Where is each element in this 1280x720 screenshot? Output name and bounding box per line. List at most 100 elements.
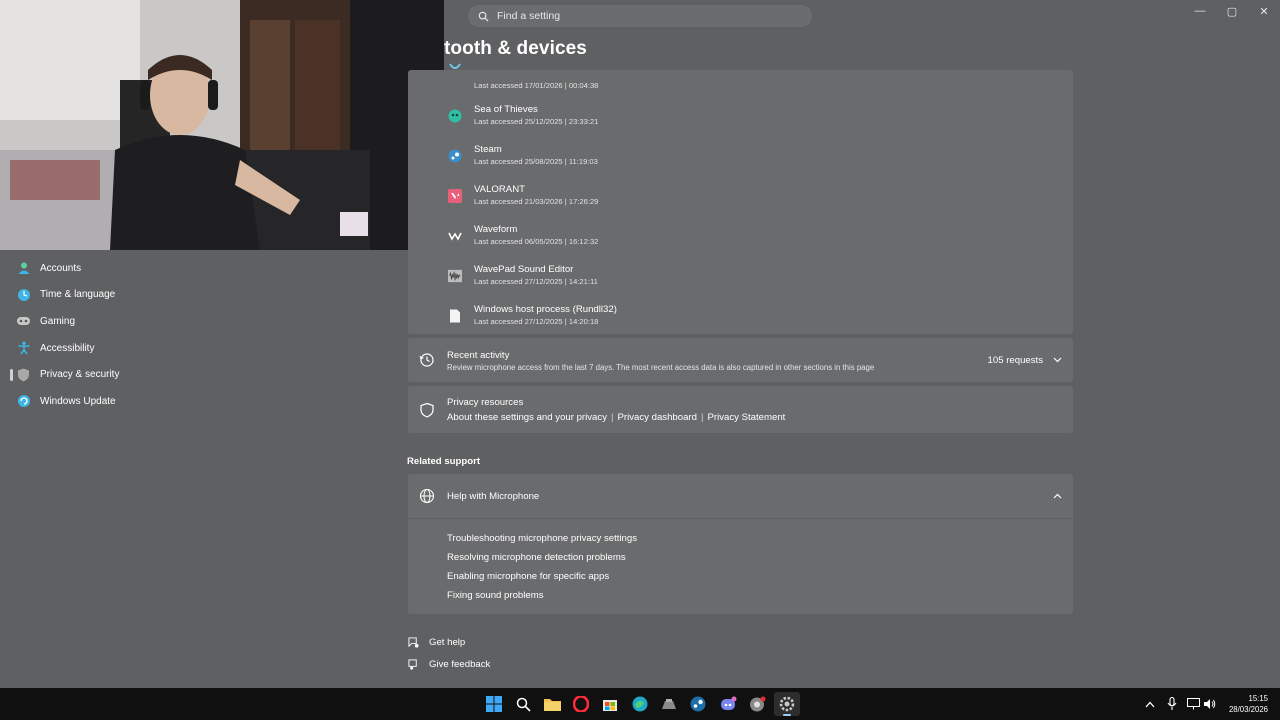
list-item[interactable]: Last accessed 17/01/2026 | 00:04:38 <box>408 63 1073 104</box>
privacy-resources-title: Privacy resources <box>447 397 524 408</box>
sidebar-item-label: Accessibility <box>40 342 95 354</box>
maximize-button[interactable]: ▢ <box>1216 0 1248 22</box>
gaming-icon <box>16 314 31 329</box>
sidebar-item-accounts[interactable]: Accounts <box>0 255 400 282</box>
file-explorer-icon[interactable] <box>539 692 565 716</box>
sidebar: Accounts Time & language Gaming Accessib… <box>0 255 400 415</box>
help-chat-icon <box>408 637 419 648</box>
privacy-resources-card: Privacy resources About these settings a… <box>408 386 1073 433</box>
waveform-icon <box>448 232 462 241</box>
accessibility-icon <box>16 341 31 356</box>
shield-icon <box>16 367 31 382</box>
settings-window: Find a setting — ▢ ✕ tooth & devices Acc… <box>0 0 1280 688</box>
recent-activity-card[interactable]: Recent activity Review microphone access… <box>408 338 1073 382</box>
sidebar-item-label: Privacy & security <box>40 369 120 381</box>
recent-activity-description: Review microphone access from the last 7… <box>447 363 875 372</box>
app-name: Waveform <box>474 224 518 235</box>
volume-icon[interactable] <box>1203 698 1216 710</box>
list-item[interactable]: Windows host process (Rundll32) Last acc… <box>408 300 1073 340</box>
requests-count: 105 requests <box>987 355 1043 366</box>
opera-icon[interactable] <box>568 692 594 716</box>
sidebar-item-label: Windows Update <box>40 395 116 407</box>
list-item[interactable]: WavePad Sound Editor Last accessed 27/12… <box>408 260 1073 300</box>
sidebar-item-label: Gaming <box>40 315 76 327</box>
list-item[interactable]: VALORANT Last accessed 21/03/2026 | 17:2… <box>408 180 1073 220</box>
recent-activity-title: Recent activity <box>447 350 510 361</box>
give-feedback-link[interactable]: Give feedback <box>408 659 490 670</box>
help-link[interactable]: Resolving microphone detection problems <box>447 552 626 563</box>
clock-date: 28/03/2026 <box>1228 705 1268 714</box>
start-icon[interactable] <box>481 692 507 716</box>
history-icon <box>419 353 434 367</box>
app-name: WavePad Sound Editor <box>474 264 574 275</box>
app-last-accessed: Last accessed 25/12/2025 | 23:33:21 <box>474 117 599 126</box>
help-link[interactable]: Fixing sound problems <box>447 590 544 601</box>
edge-icon[interactable] <box>627 692 653 716</box>
close-button[interactable]: ✕ <box>1248 0 1280 22</box>
app-last-accessed: Last accessed 17/01/2026 | 00:04:38 <box>474 81 599 90</box>
chevron-up-icon[interactable] <box>1145 701 1155 708</box>
chevron-up-icon[interactable] <box>1053 493 1062 499</box>
app-last-accessed: Last accessed 25/08/2025 | 11:19:03 <box>474 157 598 166</box>
time-language-icon <box>16 287 31 302</box>
app-icon[interactable] <box>656 692 682 716</box>
shield-outline-icon <box>420 402 434 418</box>
app-name: Sea of Thieves <box>474 104 538 115</box>
sidebar-item-windows-update[interactable]: Windows Update <box>0 388 400 415</box>
sidebar-item-label: Accounts <box>40 262 82 274</box>
app-name: Windows host process (Rundll32) <box>474 304 617 315</box>
sidebar-item-accessibility[interactable]: Accessibility <box>0 335 400 362</box>
globe-icon <box>419 488 435 504</box>
privacy-settings-link[interactable]: About these settings and your privacy <box>447 412 607 423</box>
network-icon[interactable] <box>1187 698 1200 710</box>
steam-icon <box>448 149 462 163</box>
privacy-dashboard-link[interactable]: Privacy dashboard <box>618 412 697 423</box>
list-item[interactable]: Steam Last accessed 25/08/2025 | 11:19:0… <box>408 140 1073 180</box>
list-item[interactable]: Waveform Last accessed 06/05/2025 | 16:1… <box>408 220 1073 260</box>
app-last-accessed: Last accessed 27/12/2025 | 14:21:11 <box>474 277 598 286</box>
feedback-icon <box>408 659 417 670</box>
app-last-accessed: Last accessed 06/05/2025 | 16:12:32 <box>474 237 599 246</box>
sidebar-item-label: Time & language <box>40 289 116 301</box>
help-title: Help with Microphone <box>447 491 540 502</box>
app-icon <box>449 63 461 69</box>
webcam-overlay <box>0 0 444 250</box>
sidebar-item-time-language[interactable]: Time & language <box>0 282 400 309</box>
clock-time: 15:15 <box>1248 694 1268 703</box>
sea-of-thieves-icon <box>448 109 462 123</box>
steam-icon[interactable] <box>685 692 711 716</box>
clock[interactable]: 15:15 28/03/2026 <box>1229 693 1268 715</box>
related-support-label: Related support <box>407 456 481 467</box>
give-feedback-label: Give feedback <box>429 659 491 670</box>
chrome-icon[interactable] <box>744 692 770 716</box>
help-link[interactable]: Enabling microphone for specific apps <box>447 571 609 582</box>
taskbar: 15:15 28/03/2026 <box>0 688 1280 720</box>
link-separator: | <box>611 412 614 423</box>
search-icon[interactable] <box>510 692 536 716</box>
sidebar-item-privacy-security[interactable]: Privacy & security <box>0 361 400 388</box>
help-link[interactable]: Troubleshooting microphone privacy setti… <box>447 533 637 544</box>
app-name: Steam <box>474 144 502 155</box>
search-input[interactable]: Find a setting <box>497 10 560 22</box>
store-icon[interactable] <box>597 692 623 716</box>
app-name: VALORANT <box>474 184 525 195</box>
microphone-icon[interactable] <box>1167 697 1177 711</box>
settings-icon[interactable] <box>774 692 800 716</box>
app-access-list: Last accessed 17/01/2026 | 00:04:38 Sea … <box>408 63 1073 334</box>
privacy-links: About these settings and your privacy | Pr… <box>447 412 785 423</box>
page-title: tooth & devices <box>444 38 587 59</box>
privacy-statement-link[interactable]: Privacy Statement <box>707 412 785 423</box>
valorant-icon <box>448 189 462 203</box>
help-with-microphone-header[interactable]: Help with Microphone <box>408 474 1073 518</box>
get-help-link[interactable]: Get help <box>408 637 465 648</box>
windows-update-icon <box>16 394 31 409</box>
file-icon <box>450 309 460 323</box>
chevron-down-icon[interactable] <box>1053 357 1062 363</box>
discord-icon[interactable] <box>715 692 741 716</box>
minimize-button[interactable]: — <box>1184 0 1216 22</box>
accounts-icon <box>16 261 31 276</box>
link-separator: | <box>700 412 704 423</box>
list-item[interactable]: Sea of Thieves Last accessed 25/12/2025 … <box>408 100 1073 140</box>
search-box[interactable]: Find a setting <box>468 5 812 27</box>
sidebar-item-gaming[interactable]: Gaming <box>0 308 400 335</box>
